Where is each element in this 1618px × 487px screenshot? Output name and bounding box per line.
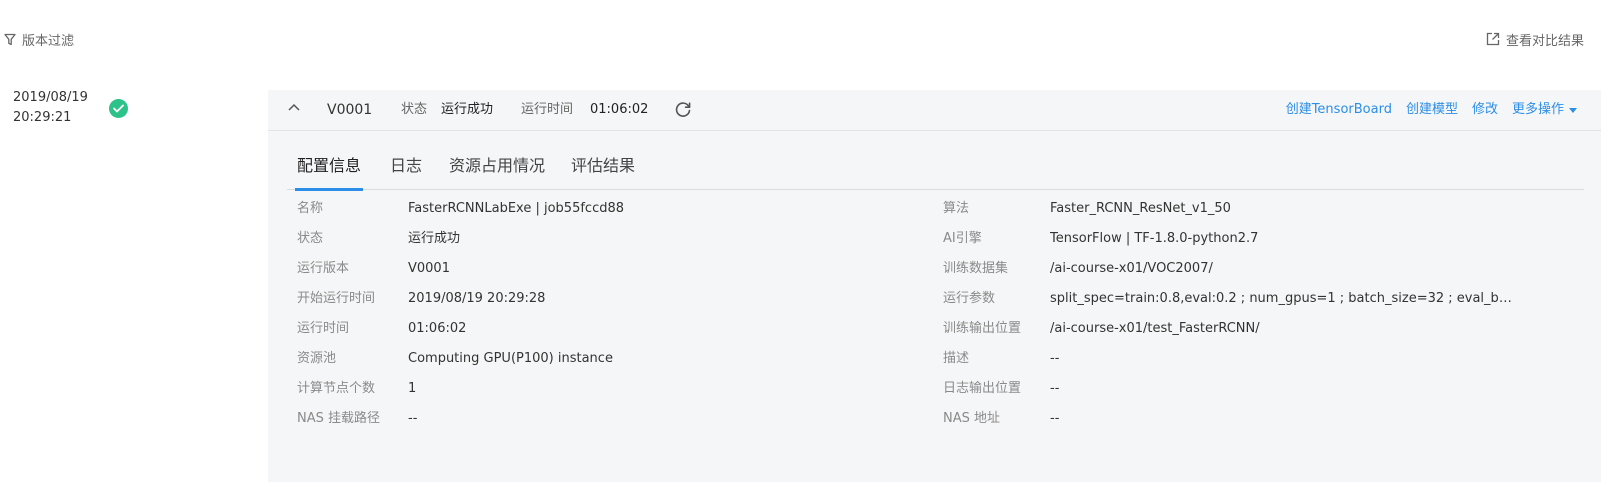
config-label-status: 状态 (297, 231, 324, 246)
config-value-start-time: 2019/08/19 20:29:28 (408, 291, 546, 306)
tab-config-info[interactable]: 配置信息 (294, 152, 364, 191)
run-time: 20:29:21 (13, 110, 72, 125)
run-timestamp: 2019/08/19 20:29:21 (13, 88, 88, 128)
create-tensorboard-link[interactable]: 创建TensorBoard (1286, 101, 1392, 119)
config-label-nas-mount-path: NAS 挂载路径 (297, 411, 381, 426)
config-label-log-output-path: 日志输出位置 (943, 381, 1022, 396)
version-actions: 创建TensorBoard 创建模型 修改 更多操作 (1286, 101, 1577, 119)
config-value-algorithm: Faster_RCNN_ResNet_v1_50 (1050, 201, 1231, 216)
config-value-runtime: 01:06:02 (408, 321, 467, 336)
version-header: V0001 状态 运行成功 运行时间 01:06:02 创建TensorBoar… (268, 90, 1601, 131)
config-label-run-params: 运行参数 (943, 291, 996, 306)
config-value-name: FasterRCNNLabExe | job55fccd88 (408, 201, 625, 216)
version-panel: V0001 状态 运行成功 运行时间 01:06:02 创建TensorBoar… (268, 90, 1601, 482)
runtime-value: 01:06:02 (590, 102, 649, 117)
config-label-training-dataset: 训练数据集 (943, 261, 1009, 276)
config-value-resource-pool: Computing GPU(P100) instance (408, 351, 613, 366)
config-value-version: V0001 (408, 261, 450, 276)
config-label-resource-pool: 资源池 (297, 351, 337, 366)
config-value-log-output-path: -- (1050, 381, 1060, 396)
runtime-label: 运行时间 (521, 102, 574, 117)
config-label-runtime: 运行时间 (297, 321, 350, 336)
status-value: 运行成功 (441, 102, 494, 117)
more-actions-dropdown[interactable]: 更多操作 (1512, 101, 1577, 119)
config-value-nas-address: -- (1050, 411, 1060, 426)
caret-down-icon (1569, 107, 1577, 113)
config-label-output-path: 训练输出位置 (943, 321, 1022, 336)
edit-link[interactable]: 修改 (1472, 101, 1498, 119)
config-label-start-time: 开始运行时间 (297, 291, 376, 306)
config-value-run-params: split_spec=train:0.8,eval:0.2 ; num_gpus… (1050, 291, 1515, 306)
run-date: 2019/08/19 (13, 90, 88, 105)
tab-evaluation-results[interactable]: 评估结果 (571, 152, 635, 190)
refresh-icon[interactable] (674, 101, 692, 119)
config-label-node-count: 计算节点个数 (297, 381, 376, 396)
config-value-status: 运行成功 (408, 231, 461, 246)
config-value-output-path: /ai-course-x01/test_FasterRCNN/ (1050, 321, 1260, 336)
tab-logs[interactable]: 日志 (390, 152, 422, 190)
config-label-name: 名称 (297, 201, 324, 216)
detail-tabs: 配置信息 日志 资源占用情况 评估结果 (287, 152, 1584, 191)
create-model-link[interactable]: 创建模型 (1406, 101, 1458, 119)
filter-icon (4, 33, 16, 46)
view-compare-results-button[interactable]: 查看对比结果 (1486, 28, 1584, 50)
config-label-ai-engine: AI引擎 (943, 231, 982, 246)
view-compare-results-label: 查看对比结果 (1505, 33, 1584, 49)
success-check-icon (109, 99, 128, 118)
config-label-description: 描述 (943, 351, 970, 366)
config-value-nas-mount-path: -- (408, 411, 418, 426)
version-number: V0001 (327, 102, 373, 118)
config-value-ai-engine: TensorFlow | TF-1.8.0-python2.7 (1050, 231, 1259, 246)
version-filter-button[interactable]: 版本过滤 (4, 28, 74, 50)
config-value-description: -- (1050, 351, 1060, 366)
config-label-version: 运行版本 (297, 261, 350, 276)
config-value-training-dataset: /ai-course-x01/VOC2007/ (1050, 261, 1213, 276)
config-label-algorithm: 算法 (943, 201, 970, 216)
tab-resource-usage[interactable]: 资源占用情况 (449, 152, 545, 190)
version-filter-label: 版本过滤 (22, 33, 75, 49)
config-label-nas-address: NAS 地址 (943, 411, 1001, 426)
config-value-node-count: 1 (408, 381, 417, 396)
status-label: 状态 (401, 102, 428, 117)
more-actions-label: 更多操作 (1511, 102, 1564, 117)
external-link-icon (1486, 32, 1500, 46)
collapse-chevron-icon[interactable] (288, 103, 300, 111)
